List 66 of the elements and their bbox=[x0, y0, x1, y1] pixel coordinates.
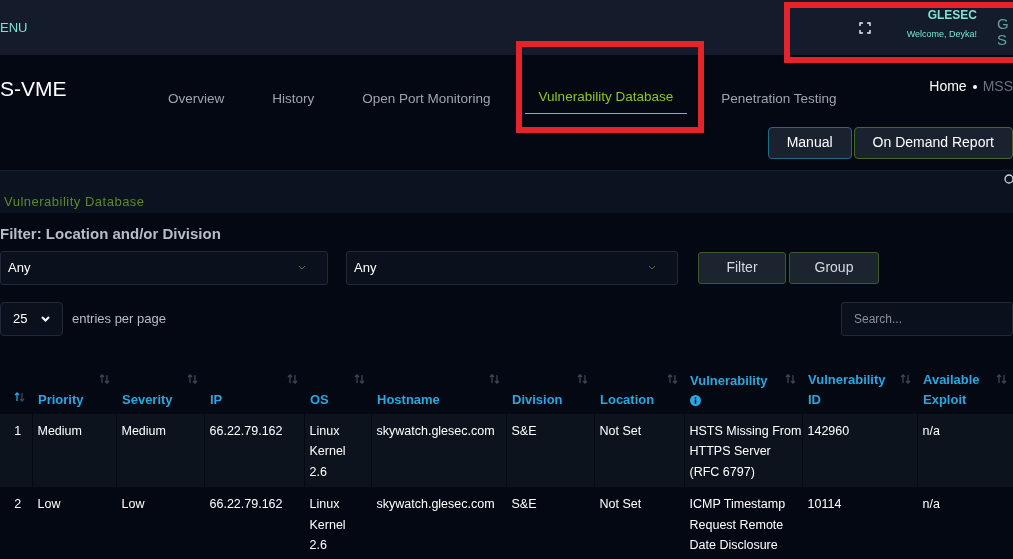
search-field[interactable]: Search... bbox=[841, 301, 1013, 336]
filter-button[interactable]: Filter bbox=[698, 251, 786, 284]
breadcrumb-link[interactable]: Home bbox=[929, 76, 967, 97]
nav-tab[interactable]: Open Port Monitoring bbox=[348, 55, 505, 115]
brand-name: GLESEC bbox=[927, 6, 977, 24]
column-header[interactable]: Vulnerability bbox=[684, 363, 802, 414]
table-cell: Not Set bbox=[594, 413, 684, 487]
filter-button[interactable]: Group bbox=[789, 251, 879, 284]
filter-label: Filter: Location and/or Division bbox=[0, 224, 222, 244]
table-cell: Linux Kernel 2.6 bbox=[304, 413, 371, 487]
table-cell: ICMP Timestamp Request Remote Date Disclosure bbox=[684, 487, 802, 559]
select-value: Any bbox=[354, 258, 377, 277]
table-cell: 10114 bbox=[802, 487, 917, 559]
column-header[interactable]: Priority bbox=[32, 363, 116, 414]
table-cell: Not Set bbox=[594, 487, 684, 559]
division-select[interactable]: Any bbox=[346, 250, 678, 285]
chevron-icon bbox=[648, 265, 656, 270]
welcome-text: Welcome, Deyka! bbox=[906, 27, 977, 41]
logo-letter: G bbox=[997, 15, 1010, 32]
table-cell: 142960 bbox=[802, 413, 917, 487]
select-value: 25 bbox=[13, 309, 28, 328]
table-cell: 66.22.79.162 bbox=[204, 487, 304, 559]
table-cell: n/a bbox=[917, 487, 1013, 559]
page-size-select[interactable]: 25 bbox=[0, 301, 63, 336]
column-header[interactable]: IP bbox=[204, 363, 304, 414]
table-cell: skywatch.glesec.com bbox=[371, 413, 506, 487]
action-button[interactable]: Manual bbox=[767, 126, 852, 159]
location-select[interactable]: Any bbox=[0, 250, 328, 285]
column-header[interactable]: OS bbox=[304, 363, 371, 414]
fullscreen-icon[interactable] bbox=[858, 21, 871, 34]
breadcrumb-link[interactable]: MSS bbox=[982, 76, 1013, 97]
nav-tab[interactable]: Penetration Testing bbox=[707, 55, 851, 115]
table-cell: 2 bbox=[0, 487, 32, 559]
table-cell: n/a bbox=[917, 413, 1013, 487]
table-cell: 66.22.79.162 bbox=[204, 413, 304, 487]
search-icon[interactable] bbox=[1003, 174, 1013, 186]
table-cell: skywatch.glesec.com bbox=[371, 487, 506, 559]
column-header[interactable]: Vulnerability ID bbox=[802, 363, 917, 414]
info-icon[interactable] bbox=[690, 394, 701, 406]
chevron-icon bbox=[41, 315, 50, 322]
app-title: S-VME bbox=[0, 76, 68, 102]
action-button[interactable]: On Demand Report bbox=[853, 126, 1013, 159]
entries-label: entries per page bbox=[72, 309, 166, 328]
column-header[interactable]: Division bbox=[506, 363, 594, 414]
select-value: Any bbox=[8, 258, 31, 277]
table-cell: S&E bbox=[506, 413, 594, 487]
column-header[interactable]: Available Exploit bbox=[917, 363, 1013, 414]
table-cell: HSTS Missing From HTTPS Server (RFC 6797) bbox=[684, 413, 802, 487]
sort-icon[interactable] bbox=[14, 391, 25, 402]
nav-tab[interactable]: Overview bbox=[154, 55, 239, 115]
menu-link[interactable]: ENU bbox=[0, 17, 28, 38]
logo-letter: S bbox=[997, 31, 1008, 48]
table-cell: S&E bbox=[506, 487, 594, 559]
table-cell: Medium bbox=[116, 413, 204, 487]
chevron-icon bbox=[298, 265, 306, 270]
column-header[interactable]: Location bbox=[594, 363, 684, 414]
card-title: Vulnerability Database bbox=[4, 192, 145, 211]
table-cell: Low bbox=[116, 487, 204, 559]
table-cell: Low bbox=[32, 487, 116, 559]
column-header[interactable]: Hostname bbox=[371, 363, 506, 414]
column-header[interactable]: Severity bbox=[116, 363, 204, 414]
table-cell: Medium bbox=[32, 413, 116, 487]
nav-tab[interactable]: History bbox=[258, 55, 329, 115]
table-cell: 1 bbox=[0, 413, 32, 487]
nav-tab[interactable]: Vulnerability Database bbox=[524, 54, 688, 114]
table-cell: Linux Kernel 2.6 bbox=[304, 487, 371, 559]
